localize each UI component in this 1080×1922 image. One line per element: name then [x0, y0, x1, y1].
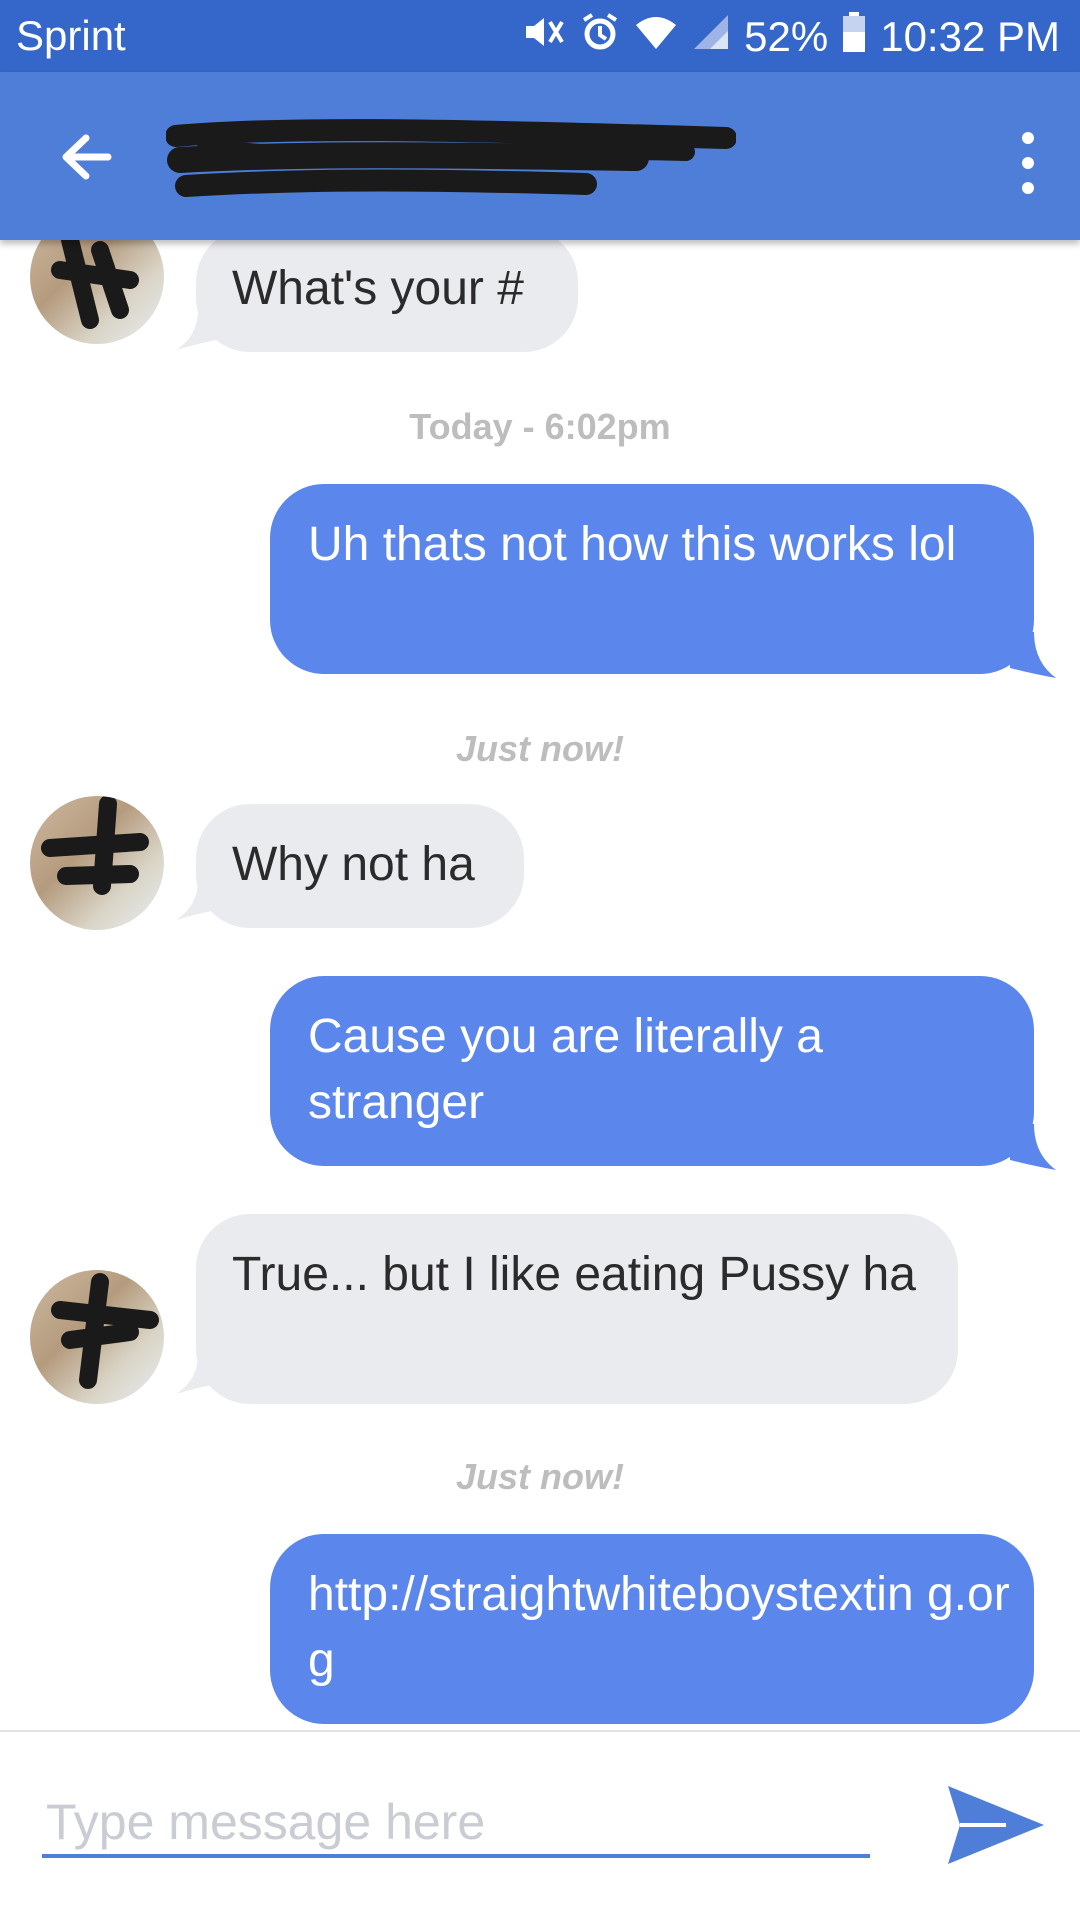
message-composer	[0, 1730, 1080, 1922]
message-bubble-outgoing[interactable]: Cause you are literally a stranger	[270, 976, 1034, 1166]
avatar[interactable]	[30, 240, 164, 344]
message-link[interactable]: http://straightwhiteboystextin g.org	[308, 1562, 1012, 1694]
message-bubble-incoming[interactable]: True... but I like eating Pussy ha	[196, 1214, 958, 1404]
message-bubble-incoming[interactable]: What's your #	[196, 240, 578, 352]
back-button[interactable]	[52, 122, 122, 192]
clock-label: 10:32 PM	[880, 13, 1060, 60]
bubble-tail	[1010, 1124, 1056, 1170]
message-text: What's your #	[232, 262, 524, 315]
conversation-title	[165, 116, 737, 208]
avatar[interactable]	[30, 796, 164, 930]
message-bubble-outgoing[interactable]: http://straightwhiteboystextin g.org	[270, 1534, 1034, 1724]
redaction-scribble	[51, 240, 139, 329]
send-icon	[948, 1786, 1044, 1864]
battery-icon	[842, 12, 866, 62]
message-bubble-incoming[interactable]: Why not ha	[196, 804, 524, 928]
message-input[interactable]	[42, 1792, 874, 1852]
more-vertical-icon	[1022, 132, 1034, 194]
timestamp: Just now!	[456, 1456, 624, 1497]
bubble-tail	[1010, 632, 1056, 678]
message-text: Uh thats not how this works lol	[308, 518, 957, 571]
more-options-button[interactable]	[1016, 128, 1040, 198]
status-icons: 52% 10:32 PM	[522, 12, 1060, 62]
wifi-icon	[634, 13, 678, 61]
message-input-container	[42, 1792, 874, 1858]
redaction-scribble	[41, 796, 149, 895]
alarm-icon	[580, 12, 620, 62]
message-text: Why not ha	[232, 838, 475, 891]
message-text: True... but I like eating Pussy ha	[232, 1248, 916, 1301]
carrier-label: Sprint	[16, 12, 126, 59]
message-list[interactable]: What's your # Today - 6:02pm Uh thats no…	[0, 240, 1080, 1730]
app-bar	[0, 72, 1080, 240]
timestamp: Today - 6:02pm	[409, 406, 671, 447]
redaction-scribble	[165, 119, 737, 197]
mute-icon	[522, 12, 566, 62]
arrow-left-icon	[62, 134, 112, 180]
avatar[interactable]	[30, 1270, 164, 1404]
timestamp: Just now!	[456, 728, 624, 769]
message-text: Cause you are literally a stranger	[308, 1010, 823, 1129]
signal-icon	[692, 13, 730, 61]
battery-label: 52%	[744, 13, 829, 60]
redaction-scribble	[51, 1273, 159, 1389]
status-bar: Sprint 52% 10:32 PM	[0, 0, 1080, 72]
send-button[interactable]	[946, 1782, 1046, 1868]
message-bubble-outgoing[interactable]: Uh thats not how this works lol	[270, 484, 1034, 674]
